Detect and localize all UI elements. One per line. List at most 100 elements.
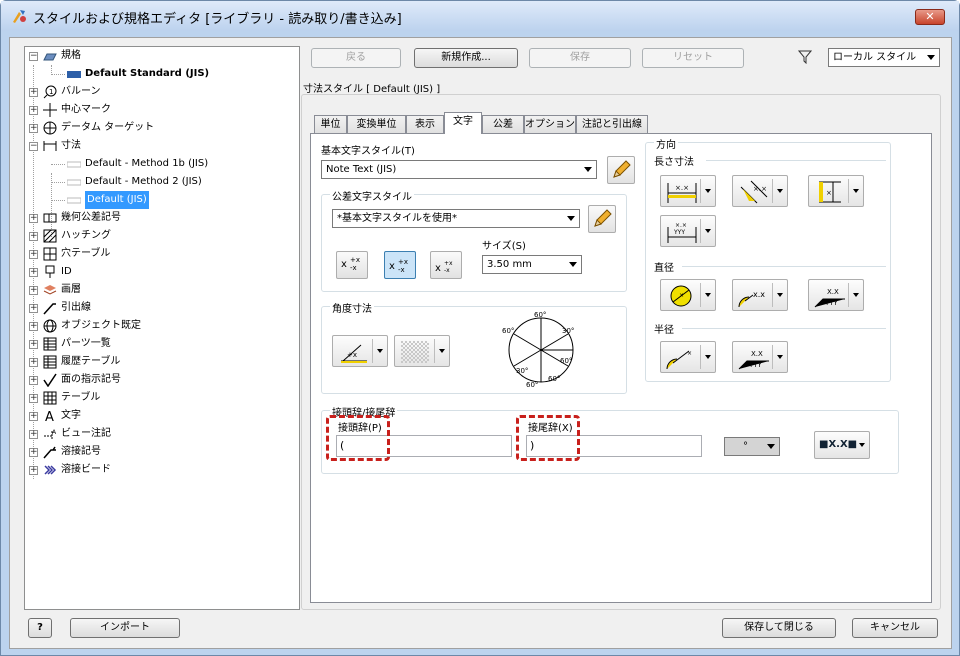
tab-options[interactable]: オプション [524, 115, 576, 133]
style-tree[interactable]: − 規格 Default Standard (JIS) + 1 バルーン + 中… [24, 46, 300, 610]
help-button[interactable]: ? [28, 618, 52, 638]
tree-item-weld-bead[interactable]: + 溶接ビード [25, 461, 295, 479]
expand-icon[interactable]: + [29, 448, 38, 457]
expand-icon[interactable]: + [29, 232, 38, 241]
linear-stacked-button[interactable]: ×.× YYY [660, 215, 716, 247]
tolerance-stack-selected-button[interactable]: x +x -x [384, 251, 416, 279]
save-button[interactable]: 保存 [529, 48, 631, 68]
symbol-dropdown[interactable]: ° [724, 437, 780, 456]
prefix-highlight [326, 415, 390, 461]
tree-item-dim-method-2[interactable]: Default - Method 2 (JIS) [25, 173, 295, 191]
dimension-icon [43, 141, 57, 151]
radius-stacked-button[interactable]: X.X YYY [732, 341, 788, 373]
tree-item-id[interactable]: + ID [25, 263, 295, 281]
expand-icon[interactable]: + [29, 466, 38, 475]
svg-text:x: x [341, 259, 347, 270]
tree-item-gdt[interactable]: + 幾何公差記号 [25, 209, 295, 227]
datum-target-icon [43, 121, 57, 135]
tree-item-view-annotation[interactable]: + A ビュー注記 [25, 425, 295, 443]
tab-text[interactable]: 文字 [444, 112, 482, 134]
tree-item-dim-default[interactable]: Default (JIS) [25, 191, 295, 209]
tree-item-dim-method-1b[interactable]: Default - Method 1b (JIS) [25, 155, 295, 173]
tree-item-weld-symbol[interactable]: + 溶接記号 [25, 443, 295, 461]
expand-icon[interactable]: + [29, 88, 38, 97]
expand-icon[interactable]: + [29, 214, 38, 223]
expand-icon[interactable]: + [29, 304, 38, 313]
edit-text-style-button[interactable] [607, 156, 635, 184]
tree-item-surface-texture[interactable]: + 面の指示記号 [25, 371, 295, 389]
expand-icon[interactable]: + [29, 358, 38, 367]
expand-icon[interactable]: + [29, 340, 38, 349]
linear-vertical-button[interactable]: × [808, 175, 864, 207]
diameter-stacked-button[interactable]: X.X YYY [808, 279, 864, 311]
linear-horizontal-button[interactable]: ×.× [660, 175, 716, 207]
tree-item-revision-table[interactable]: + 履歴テーブル [25, 353, 295, 371]
tolerance-text-style-dropdown[interactable]: *基本文字スタイルを使用* [332, 209, 580, 228]
tree-item-object-defaults[interactable]: + オブジェクト既定 [25, 317, 295, 335]
dropdown-separator [772, 345, 773, 369]
dial-label: 60° [502, 327, 514, 335]
back-button[interactable]: 戻る [311, 48, 401, 68]
prefix-suffix-group: 接頭辞/接尾辞 接頭辞(P) ( 接尾辞(X) ) ° ■X.X■ [321, 404, 899, 474]
expand-icon[interactable]: + [29, 124, 38, 133]
new-button[interactable]: 新規作成... [414, 48, 518, 68]
svg-text:+x: +x [444, 260, 453, 267]
collapse-icon[interactable]: − [29, 52, 38, 61]
collapse-icon[interactable]: − [29, 142, 38, 151]
diameter-inside-button[interactable]: × [660, 279, 716, 311]
expand-icon[interactable]: + [29, 430, 38, 439]
tree-item-label: Default - Method 2 (JIS) [85, 176, 202, 187]
tab-display[interactable]: 表示 [406, 115, 444, 133]
weld-symbol-icon [43, 446, 56, 459]
linear-aligned-button[interactable]: ×.× [732, 175, 788, 207]
tree-item-text[interactable]: + A 文字 [25, 407, 295, 425]
expand-icon[interactable]: + [29, 394, 38, 403]
linear-aligned-icon: ×.× [740, 180, 768, 204]
expand-icon[interactable]: + [29, 412, 38, 421]
size-dropdown[interactable]: 3.50 mm [482, 255, 582, 274]
tree-item-layer[interactable]: + 画層 [25, 281, 295, 299]
svg-text:-x: -x [398, 266, 405, 274]
filter-dropdown[interactable]: ローカル スタイル [828, 48, 940, 67]
format-dropdown[interactable]: ■X.X■ [814, 431, 870, 459]
reset-button[interactable]: リセット [642, 48, 744, 68]
expand-icon[interactable]: + [29, 286, 38, 295]
tab-alternate-units[interactable]: 変換単位 [347, 115, 406, 133]
tree-item-parts-list[interactable]: + パーツ一覧 [25, 335, 295, 353]
svg-text:x: x [389, 261, 395, 272]
tree-item-center-mark[interactable]: + 中心マーク [25, 101, 295, 119]
tree-item-table[interactable]: + テーブル [25, 389, 295, 407]
expand-icon[interactable]: + [29, 322, 38, 331]
expand-icon[interactable]: + [29, 250, 38, 259]
tree-item-datum-target[interactable]: + データム ターゲット [25, 119, 295, 137]
tab-tolerance[interactable]: 公差 [482, 115, 524, 133]
import-button[interactable]: インポート [70, 618, 180, 638]
tolerance-small-stack-button[interactable]: x +x -x [430, 251, 462, 279]
tree-item-label: Default - Method 1b (JIS) [85, 158, 209, 169]
expand-icon[interactable]: + [29, 376, 38, 385]
angle-text-orientation-button[interactable]: +x [332, 335, 388, 367]
tree-item-hatch[interactable]: + ハッチング [25, 227, 295, 245]
save-close-button[interactable]: 保存して閉じる [722, 618, 836, 638]
tab-units[interactable]: 単位 [314, 115, 347, 133]
base-text-style-dropdown[interactable]: Note Text (JIS) [321, 160, 597, 179]
tree-item-dimension[interactable]: − 寸法 [25, 137, 295, 155]
expand-icon[interactable]: + [29, 106, 38, 115]
angle-fill-button[interactable] [394, 335, 450, 367]
linear-stacked-icon: ×.×YYY [667, 222, 697, 243]
expand-icon[interactable]: + [29, 268, 38, 277]
tree-item-standards[interactable]: − 規格 [25, 47, 295, 65]
dropdown-separator [848, 179, 849, 203]
tab-notes-leaders[interactable]: 注記と引出線 [576, 115, 648, 133]
cancel-button[interactable]: キャンセル [852, 618, 938, 638]
tree-item-leader[interactable]: + 引出線 [25, 299, 295, 317]
size-value: 3.50 mm [487, 259, 532, 270]
close-button[interactable]: ✕ [915, 9, 945, 25]
tolerance-stack-button[interactable]: x +x -x [336, 251, 368, 279]
tree-item-default-standard[interactable]: Default Standard (JIS) [25, 65, 295, 83]
edit-tolerance-style-button[interactable] [588, 205, 616, 233]
tree-item-hole-table[interactable]: + 穴テーブル [25, 245, 295, 263]
radius-leader-button[interactable]: × [660, 341, 716, 373]
tree-item-balloon[interactable]: + 1 バルーン [25, 83, 295, 101]
diameter-leader-button[interactable]: x.x [732, 279, 788, 311]
